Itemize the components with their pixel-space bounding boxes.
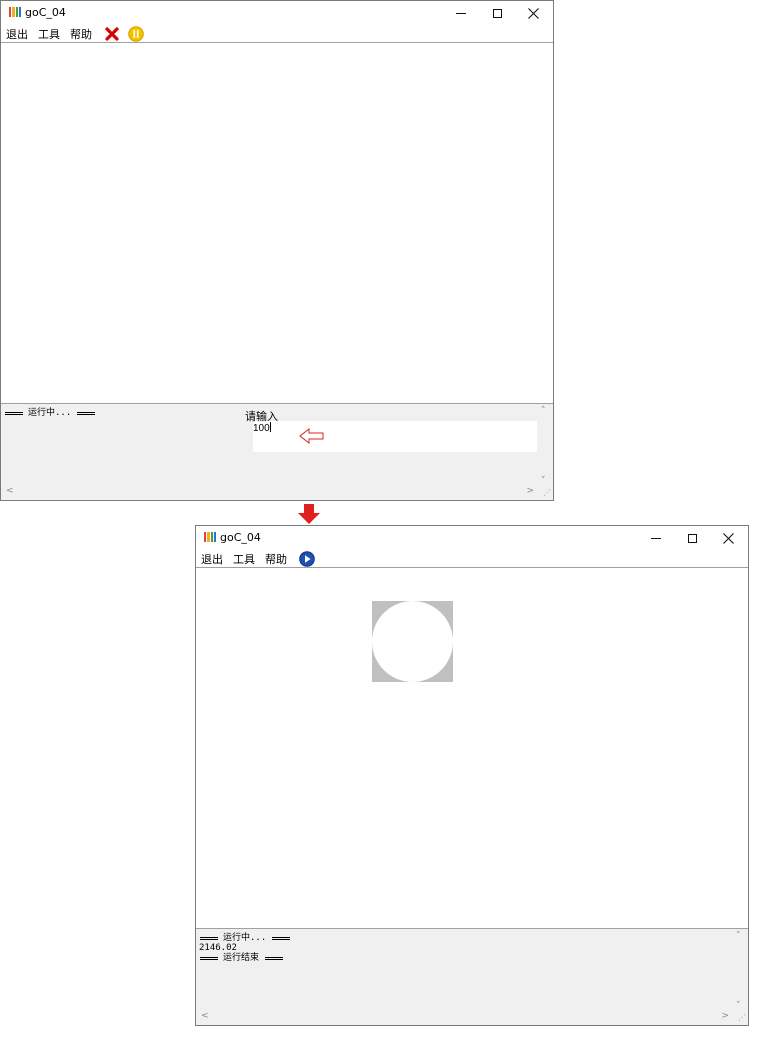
scroll-left-icon[interactable]: < xyxy=(201,1011,209,1021)
divider xyxy=(5,411,23,415)
down-transition-arrow-icon xyxy=(298,504,320,524)
vertical-scrollbar[interactable]: ˄ ˅ xyxy=(733,931,746,1011)
app-icon xyxy=(9,7,21,17)
title-bar[interactable]: goC_04 xyxy=(1,1,553,25)
menu-exit[interactable]: 退出 xyxy=(201,551,223,567)
scroll-down-icon[interactable]: ˅ xyxy=(736,1001,741,1011)
menu-tools[interactable]: 工具 xyxy=(38,26,60,42)
minimize-button[interactable] xyxy=(443,1,479,25)
menu-help[interactable]: 帮助 xyxy=(70,26,92,42)
close-button[interactable] xyxy=(710,526,746,550)
app-icon xyxy=(204,532,216,542)
scroll-right-icon[interactable]: > xyxy=(526,486,534,496)
run-icon[interactable] xyxy=(299,550,315,567)
scroll-up-icon[interactable]: ˄ xyxy=(736,931,741,941)
input-value: 100 xyxy=(253,423,270,434)
divider xyxy=(200,956,218,960)
top-window: goC_04 退出 工具 帮助 运行中... 请输入 100 ˄ ˅ < > ⋰ xyxy=(0,0,554,501)
drawing-canvas xyxy=(196,567,748,929)
console-status-line: 运行结束 xyxy=(199,953,291,963)
horizontal-scrollbar[interactable]: < > xyxy=(198,1011,732,1023)
divider xyxy=(200,936,218,940)
status-running: 运行中... xyxy=(223,933,267,943)
console-status-line: 运行中... xyxy=(199,933,291,943)
bottom-window: goC_04 退出 工具 帮助 运行中... 2146.02 运行结束 ˄ ˅ … xyxy=(195,525,749,1026)
scroll-right-icon[interactable]: > xyxy=(721,1011,729,1021)
console-panel: 运行中... 请输入 100 ˄ ˅ < > ⋰ xyxy=(1,404,553,500)
page: goC_04 退出 工具 帮助 运行中... 请输入 100 ˄ ˅ < > ⋰… xyxy=(0,0,768,1040)
console-result-line: 2146.02 xyxy=(199,943,291,953)
scroll-left-icon[interactable]: < xyxy=(6,486,14,496)
window-title: goC_04 xyxy=(220,531,261,544)
menu-bar: 退出 工具 帮助 xyxy=(1,25,553,42)
white-circle-shape xyxy=(372,601,453,682)
status-running: 运行中... xyxy=(28,408,72,418)
close-icon xyxy=(722,532,734,544)
scroll-up-icon[interactable]: ˄ xyxy=(541,406,546,416)
maximize-icon xyxy=(687,533,697,543)
console-output: 运行中... xyxy=(4,408,96,418)
console-status-line: 运行中... xyxy=(4,408,96,418)
divider xyxy=(77,411,96,415)
maximize-button[interactable] xyxy=(674,526,710,550)
divider xyxy=(265,956,284,960)
window-title: goC_04 xyxy=(25,6,66,19)
horizontal-scrollbar[interactable]: < > xyxy=(3,486,537,498)
menu-exit[interactable]: 退出 xyxy=(6,26,28,42)
close-button[interactable] xyxy=(515,1,551,25)
minimize-button[interactable] xyxy=(638,526,674,550)
status-done: 运行结束 xyxy=(223,953,260,963)
resize-grip-icon[interactable]: ⋰ xyxy=(736,1013,746,1023)
pause-icon[interactable] xyxy=(128,25,144,42)
minimize-icon xyxy=(456,12,466,14)
menu-bar: 退出 工具 帮助 xyxy=(196,550,748,567)
maximize-button[interactable] xyxy=(479,1,515,25)
drawing-canvas xyxy=(1,42,553,404)
divider xyxy=(272,936,291,940)
console-input[interactable]: 100 xyxy=(253,421,537,452)
close-icon xyxy=(527,7,539,19)
input-prompt-label: 请输入 xyxy=(245,411,278,423)
stop-icon[interactable] xyxy=(104,26,120,42)
menu-tools[interactable]: 工具 xyxy=(233,551,255,567)
result-value: 2146.02 xyxy=(199,943,237,953)
maximize-icon xyxy=(492,8,502,18)
left-hint-arrow-icon xyxy=(299,428,324,444)
input-area: 请输入 100 xyxy=(245,408,537,454)
resize-grip-icon[interactable]: ⋰ xyxy=(541,488,551,498)
console-panel: 运行中... 2146.02 运行结束 ˄ ˅ < > ⋰ xyxy=(196,929,748,1025)
menu-help[interactable]: 帮助 xyxy=(265,551,287,567)
title-bar[interactable]: goC_04 xyxy=(196,526,748,550)
scroll-down-icon[interactable]: ˅ xyxy=(541,476,546,486)
console-output: 运行中... 2146.02 运行结束 xyxy=(199,933,291,963)
text-caret xyxy=(269,422,271,432)
minimize-icon xyxy=(651,537,661,539)
vertical-scrollbar[interactable]: ˄ ˅ xyxy=(538,406,551,486)
